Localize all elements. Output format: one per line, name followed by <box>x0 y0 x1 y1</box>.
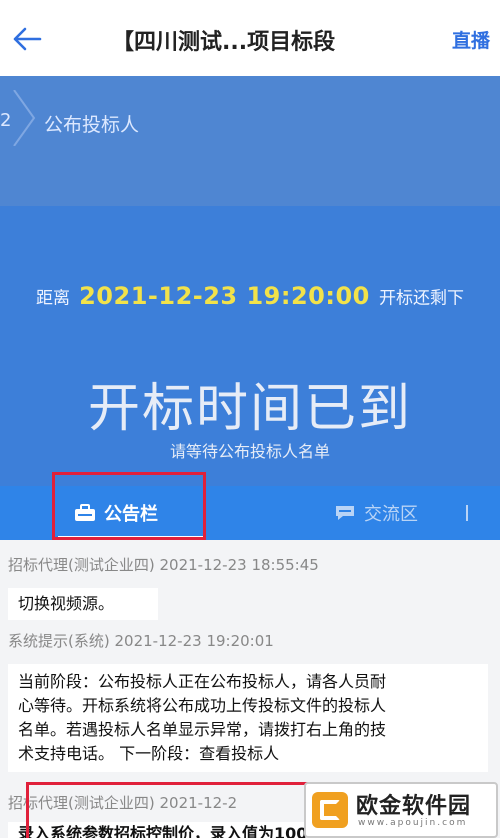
stage-number: 2 <box>0 110 12 131</box>
live-button[interactable]: 直播 <box>452 26 490 53</box>
tab-discussion[interactable]: 交流区 <box>334 486 418 540</box>
watermark-url: www.apoujin.com <box>358 818 468 828</box>
logo-icon <box>312 792 348 828</box>
message-text: 术支持电话。 下一阶段：查看投标人 <box>18 744 280 763</box>
message-text: 当前阶段：公布投标人正在公布投标人，请各人员耐 <box>18 672 387 691</box>
countdown-time: 2021-12-23 19:20:00 <box>79 282 370 310</box>
message-time: 2021-12-23 19:20:01 <box>114 632 274 650</box>
message-bubble: 当前阶段：公布投标人正在公布投标人，请各人员耐 心等待。开标系统将公布成功上传投… <box>8 664 488 772</box>
status-headline: 开标时间已到 <box>87 379 412 439</box>
message-meta: 系统提示(系统) 2021-12-23 19:20:01 <box>8 630 274 651</box>
status-subline: 请等待公布投标人名单 <box>169 442 330 461</box>
message-text: 名单。若遇投标人名单显示异常，请拨打右上角的技 <box>18 720 387 739</box>
tab-divider <box>466 505 468 521</box>
countdown-suffix: 开标还剩下 <box>378 288 464 309</box>
stage-label: 公布投标人 <box>44 114 140 136</box>
hero-banner: 2 公布投标人 距离 2021-12-23 19:20:00 开标还剩下 开标时… <box>0 76 500 486</box>
stage-indicator: 2 公布投标人 <box>0 90 500 146</box>
message-text: 心等待。开标系统将公布成功上传投标文件的投标人 <box>18 696 387 715</box>
message-sender: 系统提示(系统) <box>8 632 110 650</box>
message-text: 切换视频源。 <box>18 594 115 613</box>
message-time: 2021-12-23 18:55:45 <box>159 556 319 574</box>
top-bar: 【四川测试...项目标段 直播 <box>0 0 500 76</box>
chat-bubble-icon <box>336 506 354 520</box>
tab-discussion-label: 交流区 <box>364 504 418 525</box>
site-watermark: 欧金软件园 www.apoujin.com <box>304 782 498 838</box>
message-meta: 招标代理(测试企业四) 2021-12-23 18:55:45 <box>8 554 319 575</box>
countdown: 距离 2021-12-23 19:20:00 开标还剩下 <box>0 282 500 310</box>
arrow-left-icon[interactable] <box>10 22 44 56</box>
chevron-right-icon <box>13 90 36 146</box>
watermark-name: 欧金软件园 <box>356 794 472 819</box>
annotation-box-tab <box>52 472 206 540</box>
countdown-prefix: 距离 <box>36 288 71 309</box>
message-bubble: 切换视频源。 <box>8 588 158 620</box>
message-sender: 招标代理(测试企业四) <box>8 556 155 574</box>
page-title: 【四川测试...项目标段 <box>112 30 336 55</box>
